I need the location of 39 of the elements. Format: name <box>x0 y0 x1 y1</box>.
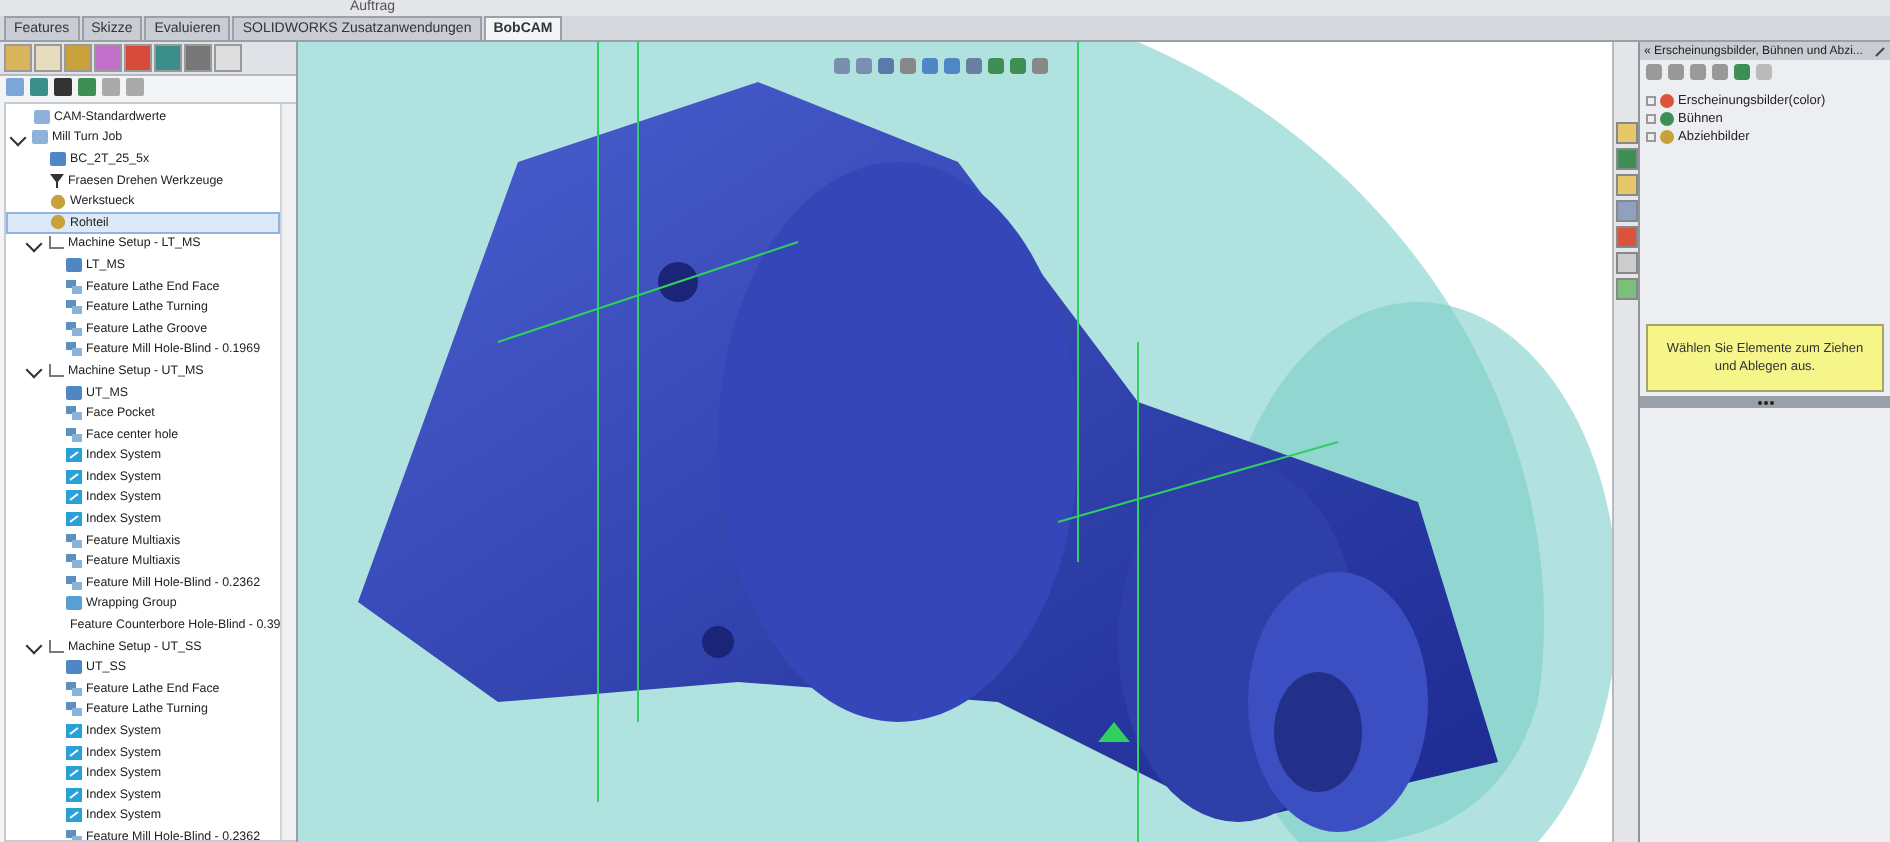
panel-tab-icon[interactable] <box>94 44 122 72</box>
index-icon <box>66 724 82 739</box>
task-pane-tab-icon[interactable] <box>1615 226 1637 248</box>
folder-icon <box>66 596 82 611</box>
panel-tab-icon[interactable] <box>34 44 62 72</box>
axes-icon <box>48 363 64 378</box>
task-pane-tab-icon[interactable] <box>1615 122 1637 144</box>
panel-tab-icon[interactable] <box>154 44 182 72</box>
grip-dots-icon <box>1755 399 1775 405</box>
scrollbar[interactable] <box>280 104 296 840</box>
task-pane-tab-icon[interactable] <box>1615 200 1637 222</box>
expand-box-icon[interactable] <box>1646 113 1656 123</box>
task-pane-tab-icon[interactable] <box>1615 148 1637 170</box>
index-icon <box>66 787 82 802</box>
panel-tab-icon[interactable] <box>64 44 92 72</box>
index-icon <box>66 469 82 484</box>
index-icon <box>66 448 82 463</box>
index-icon <box>66 808 82 823</box>
panel-tab-icon[interactable] <box>214 44 242 72</box>
task-pane-tab-icon[interactable] <box>1615 174 1637 196</box>
axes-icon <box>48 236 64 251</box>
funnel-icon <box>50 173 64 188</box>
expand-box-icon[interactable] <box>1646 95 1656 105</box>
index-icon <box>66 745 82 760</box>
pin-icon[interactable] <box>1874 45 1886 57</box>
folder-icon <box>66 660 82 675</box>
expand-box-icon[interactable] <box>1646 131 1656 141</box>
feature-icon <box>66 829 82 840</box>
task-pane-tab-icon[interactable] <box>1615 252 1637 274</box>
task-pane-tab-icon[interactable] <box>1615 278 1637 300</box>
panel-tab-icon[interactable] <box>124 44 152 72</box>
panel-tab-icon[interactable] <box>4 44 32 72</box>
index-icon <box>66 490 82 505</box>
folder-icon <box>66 257 82 272</box>
panel-tab-icon[interactable] <box>184 44 212 72</box>
folder-icon <box>66 385 82 400</box>
index-icon <box>66 766 82 781</box>
axes-icon <box>48 639 64 654</box>
index-icon <box>66 512 82 527</box>
